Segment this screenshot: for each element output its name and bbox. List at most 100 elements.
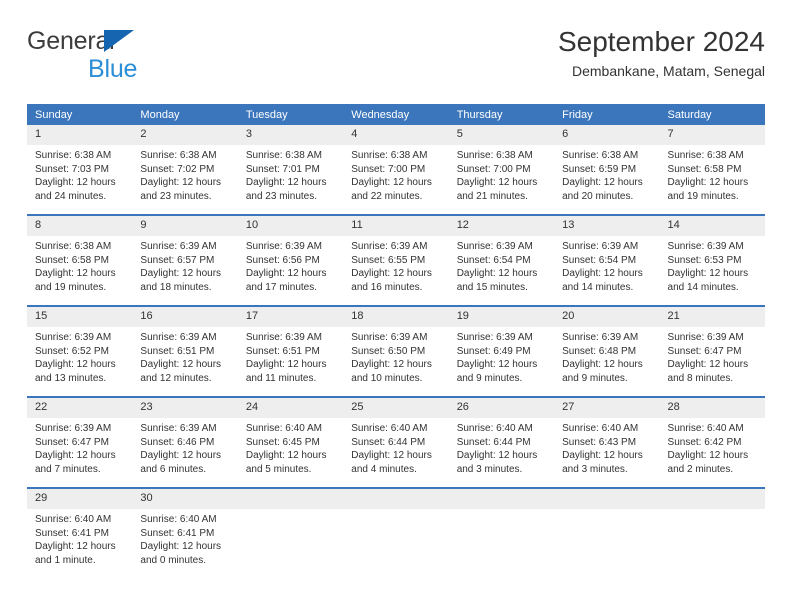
calendar-day-cell[interactable]: 30 Sunrise: 6:40 AM Sunset: 6:41 PM Dayligh… <box>132 487 238 578</box>
sunrise-text: Sunrise: 6:39 AM <box>140 332 217 343</box>
calendar-body: 1 Sunrise: 6:38 AM Sunset: 7:03 PM Daylight… <box>27 125 765 578</box>
sunrise-text: Sunrise: 6:38 AM <box>562 150 639 161</box>
calendar-day-cell[interactable]: 18 Sunrise: 6:39 AM Sunset: 6:50 PM Dayligh… <box>343 305 449 397</box>
day-number: 28 <box>659 398 765 418</box>
page-title: September 2024 <box>557 26 765 57</box>
day-details: Sunrise: 6:39 AM Sunset: 6:54 PM Daylight:… <box>554 236 659 294</box>
day-details: Sunrise: 6:39 AM Sunset: 6:54 PM Daylight:… <box>449 236 554 294</box>
daylight-text: Daylight: 12 hours and 3 minutes. <box>456 450 538 475</box>
day-number: 27 <box>554 398 660 418</box>
day-details: Sunrise: 6:40 AM Sunset: 6:41 PM Daylight:… <box>132 509 237 567</box>
weekday-header-friday: Friday <box>554 104 660 125</box>
day-number: 17 <box>237 307 344 327</box>
sunrise-text: Sunrise: 6:39 AM <box>456 332 533 343</box>
day-details: Sunrise: 6:40 AM Sunset: 6:41 PM Daylight:… <box>27 509 132 567</box>
calendar-empty-cell <box>554 487 660 578</box>
day-cell-inner: 28 Sunrise: 6:40 AM Sunset: 6:42 PM Dayligh… <box>659 398 765 487</box>
page-subtitle: Dembankane, Matam, Senegal <box>572 63 765 79</box>
calendar-day-cell[interactable]: 2 Sunrise: 6:38 AM Sunset: 7:02 PM Daylight… <box>132 125 238 215</box>
brand-logo[interactable]: General Blue <box>27 28 257 90</box>
calendar-day-cell[interactable]: 24 Sunrise: 6:40 AM Sunset: 6:45 PM Dayligh… <box>237 396 344 488</box>
calendar-day-cell[interactable]: 13 Sunrise: 6:39 AM Sunset: 6:54 PM Dayligh… <box>554 214 660 306</box>
calendar-day-cell[interactable]: 17 Sunrise: 6:39 AM Sunset: 6:51 PM Dayligh… <box>237 305 344 397</box>
daylight-text: Daylight: 12 hours and 22 minutes. <box>351 177 432 202</box>
day-details: Sunrise: 6:38 AM Sunset: 7:00 PM Daylight:… <box>343 145 448 203</box>
calendar-day-cell[interactable]: 5 Sunrise: 6:38 AM Sunset: 7:00 PM Daylight… <box>448 125 555 215</box>
sunrise-text: Sunrise: 6:38 AM <box>35 241 112 252</box>
calendar-empty-cell <box>237 487 344 578</box>
calendar-day-cell[interactable]: 11 Sunrise: 6:39 AM Sunset: 6:55 PM Dayligh… <box>343 214 449 306</box>
weekday-header-tuesday: Tuesday <box>237 104 344 125</box>
sunrise-text: Sunrise: 6:39 AM <box>562 332 639 343</box>
calendar-day-cell[interactable]: 6 Sunrise: 6:38 AM Sunset: 6:59 PM Daylight… <box>554 125 660 215</box>
sunrise-text: Sunrise: 6:38 AM <box>456 150 533 161</box>
day-details: Sunrise: 6:40 AM Sunset: 6:43 PM Daylight:… <box>554 418 659 476</box>
day-number: 5 <box>448 125 555 145</box>
weekday-header-sunday: Sunday <box>27 104 133 125</box>
daylight-text: Daylight: 12 hours and 6 minutes. <box>140 450 222 475</box>
day-cell-inner <box>659 489 765 578</box>
day-details: Sunrise: 6:40 AM Sunset: 6:44 PM Daylight:… <box>343 418 448 476</box>
sunset-text: Sunset: 6:51 PM <box>245 345 320 357</box>
day-cell-inner: 4 Sunrise: 6:38 AM Sunset: 7:00 PM Daylight… <box>343 125 449 214</box>
day-details: Sunrise: 6:39 AM Sunset: 6:51 PM Daylight:… <box>132 327 237 385</box>
daylight-text: Daylight: 12 hours and 19 minutes. <box>667 177 749 202</box>
daylight-text: Daylight: 12 hours and 9 minutes. <box>456 359 538 384</box>
calendar-day-cell[interactable]: 10 Sunrise: 6:39 AM Sunset: 6:56 PM Dayligh… <box>237 214 344 306</box>
calendar-day-cell[interactable]: 27 Sunrise: 6:40 AM Sunset: 6:43 PM Dayligh… <box>554 396 660 488</box>
sunset-text: Sunset: 6:41 PM <box>35 527 109 539</box>
day-details: Sunrise: 6:39 AM Sunset: 6:46 PM Daylight:… <box>132 418 237 476</box>
day-details: Sunrise: 6:39 AM Sunset: 6:52 PM Daylight:… <box>27 327 132 385</box>
calendar-day-cell[interactable]: 19 Sunrise: 6:39 AM Sunset: 6:49 PM Dayligh… <box>448 305 555 397</box>
day-cell-inner: 9 Sunrise: 6:39 AM Sunset: 6:57 PM Daylight… <box>132 216 238 305</box>
sunset-text: Sunset: 6:44 PM <box>351 436 426 448</box>
weekday-header-monday: Monday <box>132 104 238 125</box>
day-cell-inner: 29 Sunrise: 6:40 AM Sunset: 6:41 PM Dayligh… <box>27 489 133 578</box>
calendar-day-cell[interactable]: 9 Sunrise: 6:39 AM Sunset: 6:57 PM Daylight… <box>132 214 238 306</box>
sunrise-text: Sunrise: 6:39 AM <box>351 241 428 252</box>
sunrise-text: Sunrise: 6:40 AM <box>245 423 322 434</box>
day-details: Sunrise: 6:39 AM Sunset: 6:50 PM Daylight:… <box>343 327 448 385</box>
sunrise-text: Sunrise: 6:38 AM <box>35 150 112 161</box>
sunset-text: Sunset: 7:02 PM <box>140 163 215 175</box>
calendar-day-cell[interactable]: 12 Sunrise: 6:39 AM Sunset: 6:54 PM Dayligh… <box>448 214 555 306</box>
day-details: Sunrise: 6:39 AM Sunset: 6:51 PM Daylight:… <box>238 327 343 385</box>
calendar-day-cell[interactable]: 25 Sunrise: 6:40 AM Sunset: 6:44 PM Dayligh… <box>343 396 449 488</box>
daylight-text: Daylight: 12 hours and 8 minutes. <box>667 359 749 384</box>
daylight-text: Daylight: 12 hours and 14 minutes. <box>562 268 643 293</box>
sunrise-text: Sunrise: 6:40 AM <box>351 423 428 434</box>
calendar-day-cell[interactable]: 26 Sunrise: 6:40 AM Sunset: 6:44 PM Dayligh… <box>448 396 555 488</box>
day-details: Sunrise: 6:39 AM Sunset: 6:48 PM Daylight:… <box>554 327 659 385</box>
calendar-day-cell[interactable]: 7 Sunrise: 6:38 AM Sunset: 6:58 PM Daylight… <box>659 125 765 215</box>
calendar-day-cell[interactable]: 8 Sunrise: 6:38 AM Sunset: 6:58 PM Daylight… <box>27 214 133 306</box>
calendar-day-cell[interactable]: 16 Sunrise: 6:39 AM Sunset: 6:51 PM Dayligh… <box>132 305 238 397</box>
day-details: Sunrise: 6:39 AM Sunset: 6:53 PM Daylight:… <box>660 236 765 294</box>
calendar-week-row: 22 Sunrise: 6:39 AM Sunset: 6:47 PM Dayligh… <box>27 396 765 488</box>
brand-name-general: General <box>27 28 257 54</box>
calendar-day-cell[interactable]: 28 Sunrise: 6:40 AM Sunset: 6:42 PM Dayligh… <box>659 396 765 488</box>
sunset-text: Sunset: 6:51 PM <box>140 345 215 357</box>
day-cell-inner: 22 Sunrise: 6:39 AM Sunset: 6:47 PM Dayligh… <box>27 398 133 487</box>
sunrise-text: Sunrise: 6:39 AM <box>351 332 428 343</box>
sunrise-text: Sunrise: 6:39 AM <box>667 332 744 343</box>
day-cell-inner: 15 Sunrise: 6:39 AM Sunset: 6:52 PM Dayligh… <box>27 307 133 396</box>
day-details: Sunrise: 6:38 AM Sunset: 6:58 PM Daylight:… <box>660 145 765 203</box>
brand-triangle-icon <box>104 30 134 52</box>
daylight-text: Daylight: 12 hours and 7 minutes. <box>35 450 116 475</box>
day-cell-inner: 20 Sunrise: 6:39 AM Sunset: 6:48 PM Dayligh… <box>554 307 660 396</box>
calendar-day-cell[interactable]: 1 Sunrise: 6:38 AM Sunset: 7:03 PM Daylight… <box>27 125 133 215</box>
calendar-day-cell[interactable]: 21 Sunrise: 6:39 AM Sunset: 6:47 PM Dayligh… <box>659 305 765 397</box>
calendar-day-cell[interactable]: 4 Sunrise: 6:38 AM Sunset: 7:00 PM Daylight… <box>343 125 449 215</box>
calendar-day-cell[interactable]: 20 Sunrise: 6:39 AM Sunset: 6:48 PM Dayligh… <box>554 305 660 397</box>
calendar-day-cell[interactable]: 14 Sunrise: 6:39 AM Sunset: 6:53 PM Dayligh… <box>659 214 765 306</box>
calendar-day-cell[interactable]: 3 Sunrise: 6:38 AM Sunset: 7:01 PM Daylight… <box>237 125 344 215</box>
calendar-day-cell[interactable]: 23 Sunrise: 6:39 AM Sunset: 6:46 PM Dayligh… <box>132 396 238 488</box>
calendar-day-cell[interactable]: 29 Sunrise: 6:40 AM Sunset: 6:41 PM Dayligh… <box>27 487 133 578</box>
calendar-day-cell[interactable]: 22 Sunrise: 6:39 AM Sunset: 6:47 PM Dayligh… <box>27 396 133 488</box>
calendar-day-cell[interactable]: 15 Sunrise: 6:39 AM Sunset: 6:52 PM Dayligh… <box>27 305 133 397</box>
sunset-text: Sunset: 6:46 PM <box>140 436 215 448</box>
daylight-text: Daylight: 12 hours and 21 minutes. <box>456 177 538 202</box>
day-number: 1 <box>27 125 133 145</box>
day-details: Sunrise: 6:39 AM Sunset: 6:47 PM Daylight:… <box>27 418 132 476</box>
day-number: 8 <box>27 216 133 236</box>
